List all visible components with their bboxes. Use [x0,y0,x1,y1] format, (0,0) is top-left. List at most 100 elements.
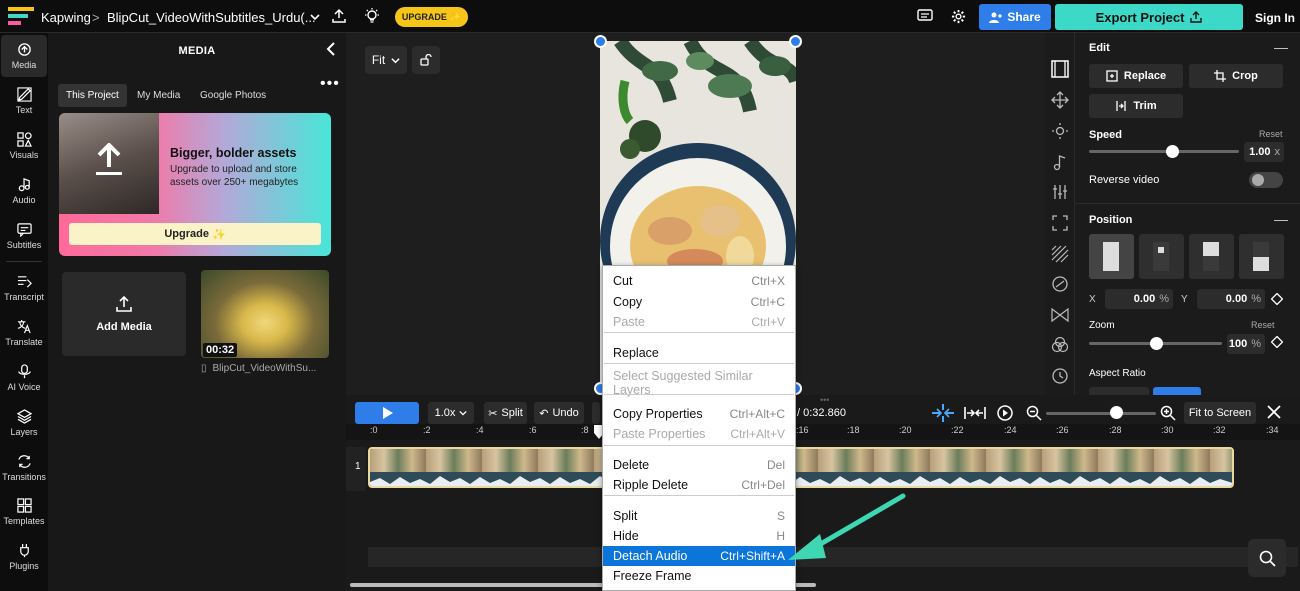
menu-item-replace[interactable]: Replace [603,343,795,363]
menu-item-hide[interactable]: Hide H [603,526,795,546]
menu-item-copy[interactable]: Copy Ctrl+C [603,292,795,312]
nav-item-ai-voice[interactable]: AI Voice [0,357,48,399]
rewind-clock-icon[interactable] [996,404,1014,422]
nav-item-translate[interactable]: Translate [0,312,48,354]
playback-speed-dropdown[interactable]: 1.0x [428,402,474,424]
menu-item-detach-audio[interactable]: Detach Audio Ctrl+Shift+A [603,546,795,566]
nav-item-visuals[interactable]: Visuals [0,125,48,167]
crop-icon [1214,70,1227,82]
promo-upgrade-button[interactable]: Upgrade ✨ [69,223,321,245]
speed-slider-knob[interactable] [1166,145,1179,158]
chevron-down-icon[interactable] [310,12,320,22]
position-section-title: Position [1089,214,1133,226]
nav-item-plugins[interactable]: Plugins [0,536,48,578]
crop-frame-icon[interactable] [1051,214,1069,232]
sign-in-link[interactable]: Sign In [1255,11,1295,25]
export-project-button[interactable]: Export Project [1055,4,1243,30]
position-fill-tile[interactable] [1089,234,1134,279]
link-icon[interactable] [1051,275,1069,293]
resize-handle-top-right[interactable] [789,35,802,48]
add-media-button[interactable]: Add Media [62,272,186,356]
keyframe-diamond-icon[interactable] [1271,293,1283,305]
search-button[interactable] [1248,539,1286,577]
transition-icon[interactable] [1051,306,1069,324]
comment-icon[interactable] [917,9,933,23]
undo-button[interactable]: ↶ Undo [534,402,584,424]
nav-item-layers[interactable]: Layers [0,402,48,444]
brightness-icon[interactable] [1051,122,1069,140]
menu-separator [604,445,794,446]
y-input[interactable]: 0.00 % [1197,289,1265,309]
menu-item-copy-properties[interactable]: Copy Properties Ctrl+Alt+C [603,404,795,424]
timeline-zoom-knob[interactable] [1110,406,1123,419]
aspect-option[interactable] [1089,387,1149,395]
clock-icon[interactable] [1051,367,1069,385]
nav-item-audio[interactable]: Audio [0,170,48,212]
position-center-tile[interactable] [1139,234,1184,279]
redo-button[interactable] [592,402,600,424]
nav-item-media[interactable]: Media [1,35,47,77]
resize-handle-top-left[interactable] [594,35,607,48]
upgrade-pill-button[interactable]: UPGRADE ✨ [395,7,468,27]
more-options-icon[interactable]: ••• [320,75,340,93]
fit-timeline-icon[interactable] [964,405,986,421]
menu-item-delete[interactable]: Delete Del [603,455,795,475]
zoom-reset-link[interactable]: Reset [1251,320,1275,330]
snap-icon[interactable] [932,404,954,422]
fit-dropdown[interactable]: Fit [365,46,407,74]
reverse-video-toggle[interactable] [1249,172,1283,188]
zoom-out-icon[interactable] [1026,405,1042,421]
nav-item-subtitles[interactable]: Subtitles [0,215,48,257]
crop-button[interactable]: Crop [1189,64,1283,88]
share-button[interactable]: Share [979,4,1051,30]
position-bottom-tile[interactable] [1239,234,1284,279]
split-button[interactable]: ✂ Split [484,402,527,424]
position-top-tile[interactable] [1189,234,1234,279]
music-note-icon[interactable] [1051,153,1069,171]
collapse-edit-icon[interactable]: — [1274,39,1288,55]
video-track-clip[interactable] [368,447,1234,488]
x-input[interactable]: 0.00 % [1105,289,1173,309]
zoom-in-icon[interactable] [1160,405,1176,421]
zoom-input[interactable]: 100 % [1227,334,1265,354]
play-button[interactable] [355,402,419,424]
upload-share-icon[interactable] [331,8,347,24]
timeline-zoom-track[interactable] [1046,412,1156,415]
keyframe-diamond-icon[interactable] [1271,336,1283,348]
tab-my-media[interactable]: My Media [129,84,188,107]
menu-item-ripple-delete[interactable]: Ripple Delete Ctrl+Del [603,475,795,495]
menu-item-freeze-frame[interactable]: Freeze Frame [603,566,795,586]
speed-reset-link[interactable]: Reset [1259,129,1283,139]
nav-item-templates[interactable]: Templates [0,491,48,533]
move-icon[interactable] [1051,91,1069,109]
close-icon[interactable] [1267,405,1281,419]
ruler-tick-label: :20 [899,425,912,435]
equalizer-icon[interactable] [1051,183,1069,201]
trim-button[interactable]: Trim [1089,94,1183,118]
tab-this-project[interactable]: This Project [58,84,127,107]
kapwing-logo-icon[interactable] [8,7,34,26]
nav-item-transitions[interactable]: Transitions [0,447,48,489]
zoom-slider-knob[interactable] [1150,337,1163,350]
tab-google-photos[interactable]: Google Photos [192,84,274,107]
lightbulb-icon[interactable] [364,8,380,24]
fit-to-screen-button[interactable]: Fit to Screen [1184,402,1256,424]
gear-icon[interactable] [951,9,966,24]
collapse-panel-icon[interactable] [325,42,337,56]
pattern-icon[interactable] [1051,245,1069,263]
color-circles-icon[interactable] [1051,336,1069,354]
timeline-resize-handle[interactable]: ••• [820,395,829,405]
menu-item-cut[interactable]: Cut Ctrl+X [603,271,795,291]
nav-item-transcript[interactable]: Transcript [0,267,48,309]
speed-input[interactable]: 1.00 x [1244,142,1284,162]
collapse-position-icon[interactable]: — [1274,211,1288,227]
brand-link[interactable]: Kapwing [41,10,91,25]
nav-item-text[interactable]: Text [0,80,48,122]
project-name[interactable]: BlipCut_VideoWithSubtitles_Urdu(... [107,10,316,25]
menu-item-split[interactable]: Split S [603,506,795,526]
film-icon[interactable] [1051,60,1069,78]
replace-button[interactable]: Replace [1089,64,1183,88]
aspect-lock-button[interactable] [412,46,440,74]
aspect-option-selected[interactable] [1153,387,1201,395]
speed-slider-track[interactable] [1089,150,1239,153]
